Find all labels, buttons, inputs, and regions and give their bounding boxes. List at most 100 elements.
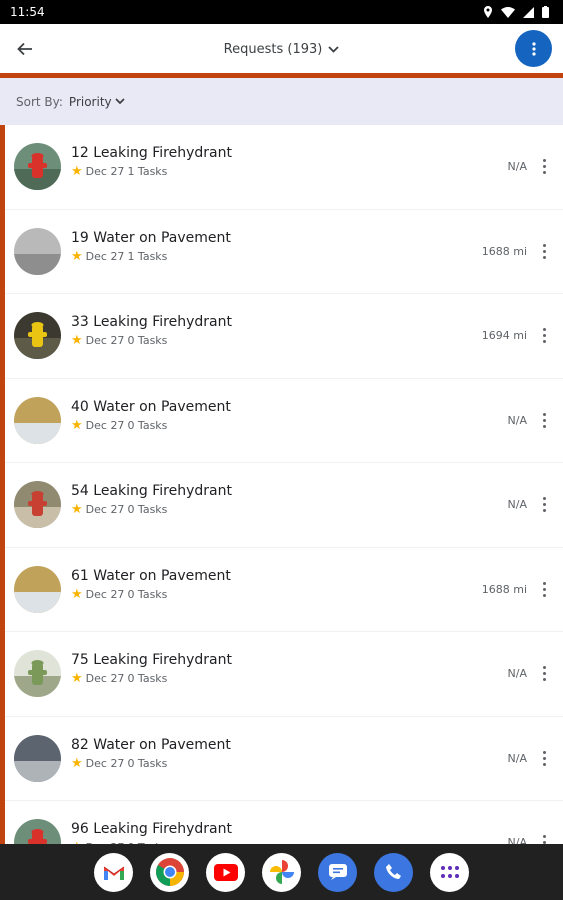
request-distance: N/A xyxy=(507,836,527,844)
star-icon: ★ xyxy=(71,333,83,348)
star-icon: ★ xyxy=(71,502,83,517)
row-more-button[interactable] xyxy=(537,155,551,179)
gmail-app-icon[interactable] xyxy=(94,852,133,892)
request-text: 54 Leaking Firehydrant ★ Dec 27 0 Tasks xyxy=(71,483,232,516)
request-tasks: 0 Tasks xyxy=(127,503,168,516)
chevron-down-icon xyxy=(115,98,125,105)
request-title: 61 Water on Pavement xyxy=(71,567,231,584)
star-icon: ★ xyxy=(71,671,83,686)
phone-app-icon[interactable] xyxy=(374,852,413,892)
request-tasks: 1 Tasks xyxy=(127,165,168,178)
request-row[interactable]: 12 Leaking Firehydrant ★ Dec 27 1 Tasks N/A xyxy=(5,125,563,210)
request-date: Dec 27 xyxy=(85,249,125,263)
request-date: Dec 27 xyxy=(85,672,125,685)
request-title: 82 Water on Pavement xyxy=(71,736,231,753)
request-tasks: 1 Tasks xyxy=(127,249,168,263)
sort-label: Sort By: xyxy=(16,94,63,109)
photos-app-icon[interactable] xyxy=(262,852,301,892)
request-meta: ★ Dec 27 1 Tasks xyxy=(71,165,232,178)
status-icons xyxy=(483,6,549,18)
request-row[interactable]: 75 Leaking Firehydrant ★ Dec 27 0 Tasks N/A xyxy=(5,632,563,717)
request-text: 33 Leaking Firehydrant ★ Dec 27 0 Tasks xyxy=(71,314,232,347)
overflow-menu-button[interactable] xyxy=(515,30,552,67)
request-distance: 1694 mi xyxy=(481,329,527,343)
row-more-button[interactable] xyxy=(537,831,551,844)
request-tasks: 0 Tasks xyxy=(127,672,168,685)
sort-dropdown[interactable]: Priority xyxy=(69,95,125,109)
request-thumbnail xyxy=(14,227,61,275)
app-drawer-icon[interactable] xyxy=(430,852,469,892)
request-row[interactable]: 61 Water on Pavement ★ Dec 27 0 Tasks 1688 m… xyxy=(5,548,563,632)
request-meta: ★Dec 270 Tasks xyxy=(71,419,231,432)
request-distance: 1688 mi xyxy=(481,582,527,596)
request-title: 19 Water on Pavement xyxy=(71,229,231,246)
request-row[interactable]: 19 Water on Pavement ★ Dec 27 1 Tasks 1688 m… xyxy=(5,210,563,294)
request-text: 61 Water on Pavement ★ Dec 27 0 Tasks xyxy=(71,568,231,601)
request-title: 96 Leaking Firehydrant xyxy=(71,821,232,837)
request-text: 19 Water on Pavement ★ Dec 27 1 Tasks xyxy=(71,230,231,263)
sort-bar: Sort By: Priority xyxy=(0,78,563,125)
star-icon: ★ xyxy=(71,586,83,602)
request-text: 75 Leaking Firehydrant ★ Dec 27 0 Tasks xyxy=(71,652,232,685)
app-dock xyxy=(0,844,563,900)
row-more-button[interactable] xyxy=(537,493,551,517)
page-title: Requests (193) xyxy=(223,41,323,57)
app-bar: Requests (193) xyxy=(0,24,563,74)
request-thumbnail xyxy=(14,734,61,782)
request-date: Dec 27 xyxy=(85,503,125,516)
more-vert-icon xyxy=(531,41,536,56)
status-bar: 11:54 xyxy=(0,0,563,24)
row-more-button[interactable] xyxy=(537,408,551,432)
star-icon: ★ xyxy=(71,248,83,264)
request-list: 12 Leaking Firehydrant ★ Dec 27 1 Tasks N/A 1… xyxy=(0,125,563,844)
chevron-down-icon xyxy=(328,45,339,53)
request-tasks: 0 Tasks xyxy=(127,334,168,347)
request-date: Dec 27 xyxy=(85,418,125,432)
messages-app-icon[interactable] xyxy=(318,852,357,892)
request-title: 40 Water on Pavement xyxy=(71,398,231,415)
star-icon: ★ xyxy=(71,417,83,433)
youtube-app-icon[interactable] xyxy=(206,852,245,892)
requests-title-dropdown[interactable]: Requests (193) xyxy=(224,42,340,57)
row-more-button[interactable] xyxy=(537,324,551,348)
row-more-button[interactable] xyxy=(537,577,551,601)
request-tasks: 0 Tasks xyxy=(127,418,168,432)
request-text: 82 Water on Pavement ★ Dec 27 0 Tasks xyxy=(71,737,231,770)
request-row[interactable]: 96 Leaking Firehydrant★Dec 270 Tasks N/A xyxy=(5,801,563,844)
request-distance: N/A xyxy=(507,160,527,174)
request-thumbnail xyxy=(14,143,61,191)
request-distance: N/A xyxy=(507,413,527,427)
back-arrow-icon xyxy=(17,42,32,56)
battery-icon xyxy=(542,6,549,18)
chrome-app-icon[interactable] xyxy=(150,852,189,892)
row-more-button[interactable] xyxy=(537,746,551,770)
request-title: 75 Leaking Firehydrant xyxy=(71,652,232,668)
request-meta: ★Dec 270 Tasks xyxy=(71,757,231,770)
request-row[interactable]: 40 Water on Pavement ★ Dec 27 0 Tasks N/A xyxy=(5,379,563,463)
request-row[interactable]: 54 Leaking Firehydrant ★ Dec 27 0 Tasks N/A xyxy=(5,463,563,548)
request-thumbnail xyxy=(14,396,61,444)
request-meta: ★Dec 270 Tasks xyxy=(71,503,232,516)
request-thumbnail xyxy=(14,481,61,529)
request-distance: N/A xyxy=(507,498,527,512)
request-tasks: 0 Tasks xyxy=(127,587,168,601)
star-icon: ★ xyxy=(71,164,83,179)
request-row[interactable]: 33 Leaking Firehydrant ★ Dec 27 0 Tasks 1694… xyxy=(5,294,563,379)
back-button[interactable] xyxy=(12,36,38,62)
request-date: Dec 27 xyxy=(85,587,125,601)
row-more-button[interactable] xyxy=(537,662,551,686)
request-date: Dec 27 xyxy=(85,165,125,178)
request-thumbnail xyxy=(14,819,61,844)
request-text: 12 Leaking Firehydrant ★ Dec 27 1 Tasks xyxy=(71,145,232,178)
row-more-button[interactable] xyxy=(537,239,551,263)
request-date: Dec 27 xyxy=(85,756,125,770)
request-meta: ★Dec 270 Tasks xyxy=(71,672,232,685)
request-tasks: 0 Tasks xyxy=(127,756,168,770)
star-icon: ★ xyxy=(71,755,83,771)
signal-icon xyxy=(523,6,534,18)
request-thumbnail xyxy=(14,650,61,698)
sort-value: Priority xyxy=(68,94,112,109)
request-title: 12 Leaking Firehydrant xyxy=(71,145,232,161)
request-meta: ★Dec 270 Tasks xyxy=(71,334,232,347)
request-row[interactable]: 82 Water on Pavement ★ Dec 27 0 Tasks N/A xyxy=(5,717,563,801)
